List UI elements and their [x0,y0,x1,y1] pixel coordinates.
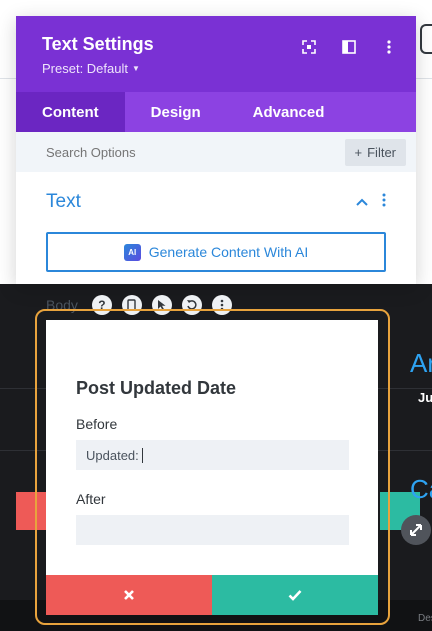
check-icon [288,590,302,601]
tab-content[interactable]: Content [16,92,125,132]
section-title: Text [46,191,81,212]
background-footer-text: Des [418,613,432,624]
text-cursor [141,447,143,463]
more-options-icon[interactable] [380,38,398,56]
search-options-input[interactable] [46,144,266,160]
resize-handle-icon[interactable] [401,515,431,545]
preset-label: Preset: Default [42,61,128,76]
after-label: After [76,491,106,507]
section-header[interactable]: Text [46,172,386,232]
background-edge-button [420,24,432,54]
tab-design[interactable]: Design [125,92,227,132]
background-heading-fragment: Ca [410,474,432,504]
filter-button[interactable]: + Filter [344,138,406,166]
before-field[interactable]: Updated: [76,440,349,470]
background-text-fragment: Ju [418,390,432,405]
close-icon [124,590,134,600]
generate-ai-button[interactable]: AI Generate Content With AI [46,232,386,272]
plus-icon: + [354,144,363,160]
popup-title: Post Updated Date [76,378,237,398]
section-more-icon[interactable] [382,193,386,212]
post-updated-date-popup: Post Updated Date Before Updated: After [46,320,378,615]
search-row: + Filter [16,132,416,172]
after-field[interactable] [76,515,349,545]
settings-tabs: Content Design Advanced [16,92,416,132]
generate-ai-label: Generate Content With AI [148,244,309,260]
background-heading-fragment: Ar [410,348,432,378]
filter-label: Filter [367,144,396,160]
before-value: Updated: [86,447,139,463]
header-toolbar [300,38,398,56]
cancel-button[interactable] [46,575,212,615]
ai-icon: AI [123,243,141,261]
save-button[interactable] [212,575,378,615]
caret-down-icon: ▼ [132,64,140,73]
chevron-up-icon[interactable] [356,193,368,211]
before-label: Before [76,416,118,432]
text-settings-modal: Text Settings Preset: Default ▼ Content … [16,16,416,315]
tab-advanced[interactable]: Advanced [227,92,351,132]
section-toolbar [356,193,386,212]
text-section: Text AI Generate Content With AI Body ? [16,172,416,316]
fullscreen-icon[interactable] [300,38,318,56]
preset-selector[interactable]: Preset: Default ▼ [42,61,390,76]
split-view-icon[interactable] [340,38,358,56]
popup-actions [46,575,378,615]
modal-header: Text Settings Preset: Default ▼ [16,16,416,92]
